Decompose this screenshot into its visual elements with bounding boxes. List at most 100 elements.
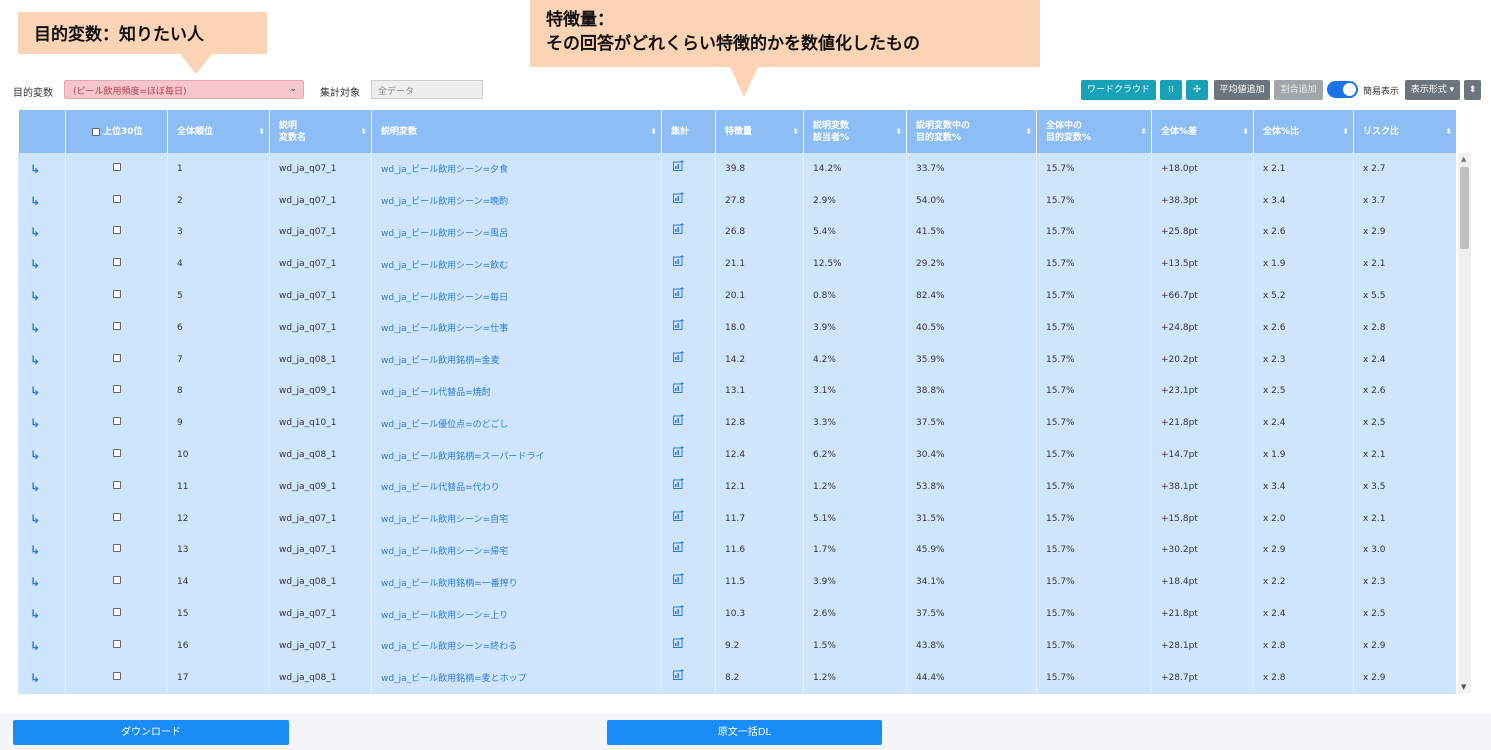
sort-icon[interactable]: ⬍ (1025, 126, 1032, 138)
variable-link[interactable]: wd_ja_ビール飲用シーン=自宅 (371, 502, 661, 535)
variable-link[interactable]: wd_ja_ビール飲用シーン=風呂 (371, 216, 661, 249)
chart-icon[interactable] (673, 287, 684, 301)
chart-icon[interactable] (673, 668, 684, 683)
row-checkbox[interactable] (113, 544, 121, 553)
expand-arrow-icon[interactable]: ↳ (18, 376, 65, 408)
sort-toggle-icon[interactable]: ⬍ (1464, 80, 1481, 100)
bulk-original-download-button[interactable]: 原文一括DL (607, 720, 882, 745)
chart-icon[interactable] (673, 255, 684, 269)
variable-link[interactable]: wd_ja_ビール飲用銘柄=麦とホップ (371, 661, 661, 694)
chart-icon[interactable] (673, 509, 684, 524)
scrollbar-thumb[interactable] (1460, 167, 1469, 249)
row-checkbox[interactable] (113, 608, 121, 617)
sort-icon[interactable]: ⬍ (360, 126, 367, 138)
sort-icon[interactable]: ⬍ (895, 126, 902, 138)
chart-icon[interactable] (673, 191, 684, 206)
header-col-var-pct[interactable]: 説明変数 該当者% ⬍ (803, 110, 906, 153)
row-checkbox[interactable] (113, 353, 121, 362)
variable-link[interactable]: wd_ja_ビール飲用銘柄=金麦 (371, 343, 661, 376)
variable-link[interactable]: wd_ja_ビール飲用シーン=夕食 (371, 153, 661, 185)
header-col-top30[interactable]: 上位30位 (65, 110, 167, 153)
table-scrollbar[interactable]: ▲ ▼ (1458, 153, 1471, 693)
expand-arrow-icon[interactable]: ↳ (18, 312, 65, 344)
variable-link[interactable]: wd_ja_ビール飲用銘柄=スーパードライ (371, 439, 661, 471)
header-col-feature[interactable]: 特徴量 ⬍ (715, 110, 803, 153)
chart-icon[interactable] (673, 541, 684, 555)
top30-checkbox[interactable] (92, 127, 100, 136)
variable-link[interactable]: wd_ja_ビール飲用銘柄=一番搾り (371, 566, 661, 599)
header-col-target-overall[interactable]: 全体中の 目的変数% ⬍ (1036, 110, 1151, 153)
variable-link[interactable]: wd_ja_ビール代替品=代わり (371, 471, 661, 503)
chart-icon[interactable] (673, 573, 684, 587)
row-checkbox[interactable] (113, 671, 121, 680)
expand-arrow-icon[interactable]: ↳ (18, 344, 65, 376)
sort-icon[interactable]: ⬍ (1140, 126, 1147, 138)
target-variable-select[interactable]: (ビール飲用頻度=ほぼ毎日) ⌄ (64, 80, 304, 99)
variable-link[interactable]: wd_ja_ビール飲用シーン=飲む (371, 248, 661, 281)
chart-icon[interactable] (673, 414, 684, 428)
header-col-diff[interactable]: 全体%差 ⬍ (1151, 110, 1253, 153)
expand-arrow-icon[interactable]: ↳ (18, 248, 65, 280)
sort-icon[interactable]: ⬍ (1445, 126, 1452, 138)
row-checkbox[interactable] (113, 321, 121, 330)
sort-icon[interactable]: ⬍ (1342, 126, 1349, 138)
header-col-rank[interactable]: 全体順位 ⬍ (167, 110, 269, 153)
variable-link[interactable]: wd_ja_ビール飲用シーン=帰宅 (371, 534, 661, 567)
row-checkbox[interactable] (113, 258, 121, 267)
sort-icon[interactable]: ⬍ (258, 126, 265, 138)
sort-icon[interactable]: ⬍ (650, 126, 657, 138)
chart-icon[interactable] (673, 223, 684, 237)
variable-link[interactable]: wd_ja_ビール飲用シーン=仕事 (371, 312, 661, 344)
variable-link[interactable]: wd_ja_ビール優位点=のどごし (371, 407, 661, 440)
expand-arrow-icon[interactable]: ↳ (18, 280, 65, 312)
variable-link[interactable]: wd_ja_ビール飲用シーン=晩酌 (371, 184, 661, 217)
add-average-button[interactable]: 平均値追加 (1214, 80, 1270, 100)
wordcloud-button[interactable]: ワードクラウド (1081, 80, 1156, 100)
expand-arrow-icon[interactable]: ↳ (18, 185, 65, 217)
expand-arrow-icon[interactable]: ↳ (18, 598, 65, 630)
row-checkbox[interactable] (113, 162, 121, 171)
row-checkbox[interactable] (113, 194, 121, 203)
download-button[interactable]: ダウンロード (13, 720, 289, 745)
row-checkbox[interactable] (113, 449, 121, 458)
expand-arrow-icon[interactable]: ↳ (18, 439, 65, 471)
row-checkbox[interactable] (113, 639, 121, 648)
simple-view-toggle[interactable] (1327, 81, 1358, 98)
chart-icon[interactable] (673, 636, 684, 651)
variable-link[interactable]: wd_ja_ビール飲用シーン=毎日 (371, 280, 661, 312)
sort-icon[interactable]: ⬍ (1242, 126, 1249, 138)
expand-arrow-icon[interactable]: ↳ (18, 662, 65, 694)
chart-icon[interactable] (673, 382, 684, 396)
chart-icon[interactable] (673, 446, 684, 460)
scroll-up-icon[interactable]: ▲ (1461, 155, 1466, 163)
header-col-risk[interactable]: リスク比 ⬍ (1353, 110, 1456, 153)
row-checkbox[interactable] (113, 417, 121, 426)
row-checkbox[interactable] (113, 290, 121, 299)
variable-link[interactable]: wd_ja_ビール代替品=焼酎 (371, 375, 661, 408)
row-checkbox[interactable] (113, 512, 121, 521)
scroll-down-icon[interactable]: ▼ (1461, 683, 1466, 691)
chart-icon[interactable] (673, 477, 684, 492)
row-checkbox[interactable] (113, 385, 121, 394)
variable-link[interactable]: wd_ja_ビール飲用シーン=終わる (371, 630, 661, 662)
header-col-variable[interactable]: 説明変数 ⬍ (371, 110, 661, 153)
network-graph-icon[interactable]: ✣ (1186, 80, 1208, 100)
row-checkbox[interactable] (113, 576, 121, 585)
expand-arrow-icon[interactable]: ↳ (18, 153, 65, 185)
expand-arrow-icon[interactable]: ↳ (18, 535, 65, 567)
header-col-ratio[interactable]: 全体%比 ⬍ (1253, 110, 1353, 153)
chart-icon[interactable] (673, 350, 684, 365)
expand-arrow-icon[interactable]: ↳ (18, 630, 65, 662)
chart-icon[interactable] (673, 605, 684, 619)
variable-link[interactable]: wd_ja_ビール飲用シーン=上り (371, 598, 661, 630)
row-checkbox[interactable] (113, 480, 121, 489)
scatter-plot-icon[interactable]: ⁞⁞ (1160, 80, 1182, 100)
header-col-varname[interactable]: 説明 変数名 ⬍ (269, 110, 371, 153)
chart-icon[interactable] (673, 318, 684, 333)
add-ratio-button[interactable]: 割合追加 (1274, 80, 1323, 100)
display-format-dropdown[interactable]: 表示形式 ▾ (1405, 80, 1460, 100)
expand-arrow-icon[interactable]: ↳ (18, 566, 65, 598)
expand-arrow-icon[interactable]: ↳ (18, 503, 65, 535)
aggregation-target-field[interactable]: 全データ (371, 80, 483, 99)
expand-arrow-icon[interactable]: ↳ (18, 217, 65, 249)
